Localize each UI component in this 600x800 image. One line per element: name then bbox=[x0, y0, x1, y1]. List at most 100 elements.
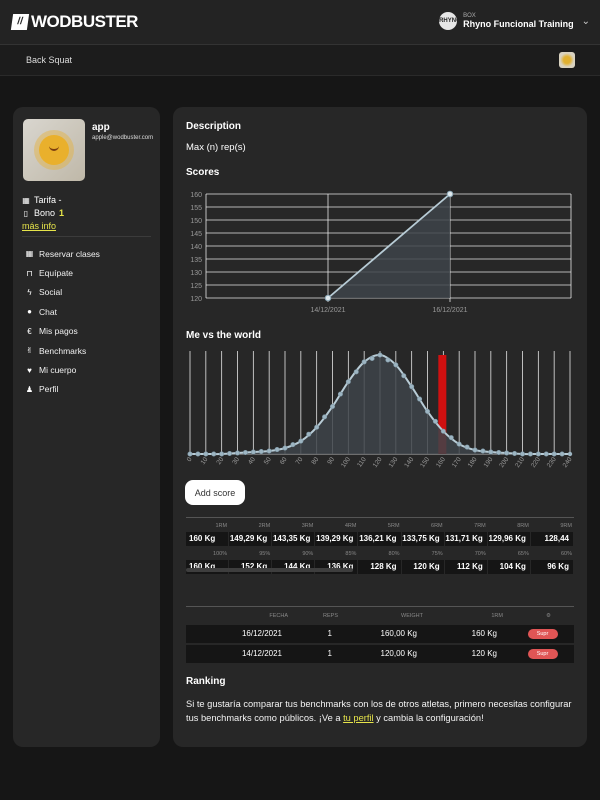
data-point bbox=[535, 451, 541, 457]
delete-button[interactable]: Supr bbox=[527, 648, 558, 659]
data-point bbox=[417, 396, 423, 402]
rm-value-cell: 133,75 Kg bbox=[401, 532, 445, 546]
victory-hand-icon: ✌ bbox=[26, 346, 33, 356]
sidebar-item-pagos[interactable]: € Mis pagos bbox=[25, 322, 100, 341]
sidebar-item-equipate[interactable]: ⊓ Equípate bbox=[25, 263, 100, 282]
sidebar-item-reservar[interactable]: ▦ Reservar clases bbox=[25, 244, 100, 263]
sidebar-item-label: Benchmarks bbox=[39, 345, 87, 356]
x-tick-label: 110 bbox=[356, 456, 368, 469]
data-point bbox=[282, 445, 288, 451]
sidebar-item-label: Reservar clases bbox=[39, 248, 100, 259]
rm-value-cell: 131,71 Kg bbox=[444, 532, 488, 546]
x-tick-label: 160 bbox=[435, 456, 447, 469]
rm-header-cell: 2RM bbox=[258, 523, 271, 529]
data-point bbox=[504, 450, 510, 456]
delete-button[interactable]: Supr bbox=[527, 628, 558, 639]
table-scrollbar[interactable] bbox=[186, 568, 353, 572]
pct-value-cell: 96 Kg bbox=[530, 560, 574, 574]
rm-value-cell: 149,29 Kg bbox=[229, 532, 273, 546]
euro-icon: € bbox=[27, 326, 32, 336]
rm-header-cell: 6RM bbox=[431, 523, 443, 529]
brand-logo[interactable]: // WODBUSTER bbox=[10, 12, 138, 32]
ranking-title: Ranking bbox=[186, 676, 226, 687]
cell-reps: 1 bbox=[327, 629, 332, 638]
x-tick-label: 20 bbox=[215, 456, 225, 466]
history-header: FECHA REPS WEIGHT 1RM ⚙ bbox=[186, 607, 574, 625]
subheader: Back Squat bbox=[0, 46, 600, 76]
plan-info: ▦ Tarifa - ▯ Bono 1 más info bbox=[22, 194, 64, 233]
col-1rm: 1RM bbox=[491, 613, 503, 619]
top-navbar: // WODBUSTER RHYNO BOX Rhyno Funcional T… bbox=[0, 0, 600, 45]
data-point bbox=[306, 431, 312, 437]
x-tick-label: 120 bbox=[372, 456, 384, 469]
data-point bbox=[401, 373, 407, 379]
box-selector[interactable]: RHYNO BOX Rhyno Funcional Training ⌄ bbox=[439, 12, 590, 30]
data-point bbox=[258, 449, 264, 455]
data-point bbox=[496, 450, 502, 456]
description-title: Description bbox=[186, 121, 242, 132]
cell-1rm: 160 Kg bbox=[471, 629, 497, 638]
data-point bbox=[274, 447, 280, 453]
sidebar-item-perfil[interactable]: ♟ Perfil bbox=[25, 380, 100, 399]
add-score-button[interactable]: Add score bbox=[185, 480, 245, 505]
user-avatar-small[interactable] bbox=[559, 52, 575, 68]
history-table: FECHA REPS WEIGHT 1RM ⚙ 16/12/2021 1 160… bbox=[186, 606, 574, 665]
col-weight: WEIGHT bbox=[401, 613, 423, 619]
profile-link[interactable]: tu perfil bbox=[343, 713, 374, 723]
sidebar-item-chat[interactable]: ● Chat bbox=[25, 302, 100, 321]
data-point bbox=[464, 444, 470, 450]
sidebar-item-social[interactable]: ϟ Social bbox=[25, 283, 100, 302]
data-point bbox=[567, 451, 573, 457]
pct-header-cell: 90% bbox=[302, 551, 314, 557]
bookmark-icon: ▯ bbox=[23, 209, 29, 218]
sidebar-item-benchmarks[interactable]: ✌ Benchmarks bbox=[25, 341, 100, 360]
x-tick-label: 60 bbox=[279, 456, 289, 466]
data-point bbox=[488, 449, 494, 455]
box-name: Rhyno Funcional Training bbox=[463, 19, 574, 29]
data-point bbox=[361, 359, 367, 365]
data-point bbox=[345, 379, 351, 385]
col-fecha: FECHA bbox=[269, 613, 288, 619]
x-tick-label: 50 bbox=[263, 456, 273, 466]
rm-value-cell: 143,35 Kg bbox=[272, 532, 316, 546]
data-point bbox=[472, 447, 478, 453]
sidebar-item-label: Equípate bbox=[39, 268, 74, 279]
data-point bbox=[234, 450, 240, 456]
pct-header-cell: 65% bbox=[517, 551, 529, 557]
x-tick-label: 10 bbox=[200, 456, 210, 466]
sidebar-item-cuerpo[interactable]: ♥ Mi cuerpo bbox=[25, 360, 100, 379]
x-tick-label: 180 bbox=[467, 456, 479, 469]
sidebar-item-label: Chat bbox=[39, 306, 57, 317]
avatar[interactable] bbox=[23, 119, 85, 181]
data-point bbox=[242, 450, 248, 456]
x-tick-label: 150 bbox=[419, 456, 431, 469]
data-point bbox=[480, 448, 486, 454]
col-reps: REPS bbox=[323, 613, 338, 619]
y-tick-label: 120 bbox=[190, 296, 202, 303]
chat-icon: ● bbox=[27, 307, 32, 317]
data-point bbox=[353, 369, 359, 375]
data-point bbox=[266, 448, 272, 454]
scores-title: Scores bbox=[186, 167, 220, 178]
y-tick-label: 145 bbox=[190, 231, 202, 238]
data-point bbox=[512, 451, 518, 457]
pct-value-cell: 128 Kg bbox=[358, 560, 402, 574]
x-tick-label: 170 bbox=[451, 456, 463, 469]
x-tick-label: 100 bbox=[340, 456, 352, 469]
bono-value: 1 bbox=[59, 208, 65, 218]
rm-value-cell: 160 Kg bbox=[186, 532, 230, 546]
pct-value-cell: 104 Kg bbox=[487, 560, 531, 574]
chevron-down-icon[interactable]: ⌄ bbox=[582, 16, 590, 27]
rm-header-cell: 1RM bbox=[215, 523, 228, 529]
table-row: 16/12/2021 1 160,00 Kg 160 Kg Supr bbox=[186, 625, 574, 643]
profile-sidebar: app apple@wodbuster.com ▦ Tarifa - ▯ Bono 1… bbox=[13, 107, 160, 747]
more-info-link[interactable]: más info bbox=[22, 220, 56, 233]
x-tick-label: 240 bbox=[562, 456, 574, 469]
user-icon: ♟ bbox=[25, 384, 34, 394]
settings-icon: ⚙ bbox=[546, 613, 551, 619]
rm-header-cell: 7RM bbox=[474, 523, 486, 529]
pct-header-cell: 75% bbox=[431, 551, 443, 557]
benchmark-panel: Description Max (n) rep(s) Scores 120 125… bbox=[173, 107, 587, 747]
data-point bbox=[377, 352, 383, 358]
sidebar-item-label: Mis pagos bbox=[39, 326, 78, 337]
